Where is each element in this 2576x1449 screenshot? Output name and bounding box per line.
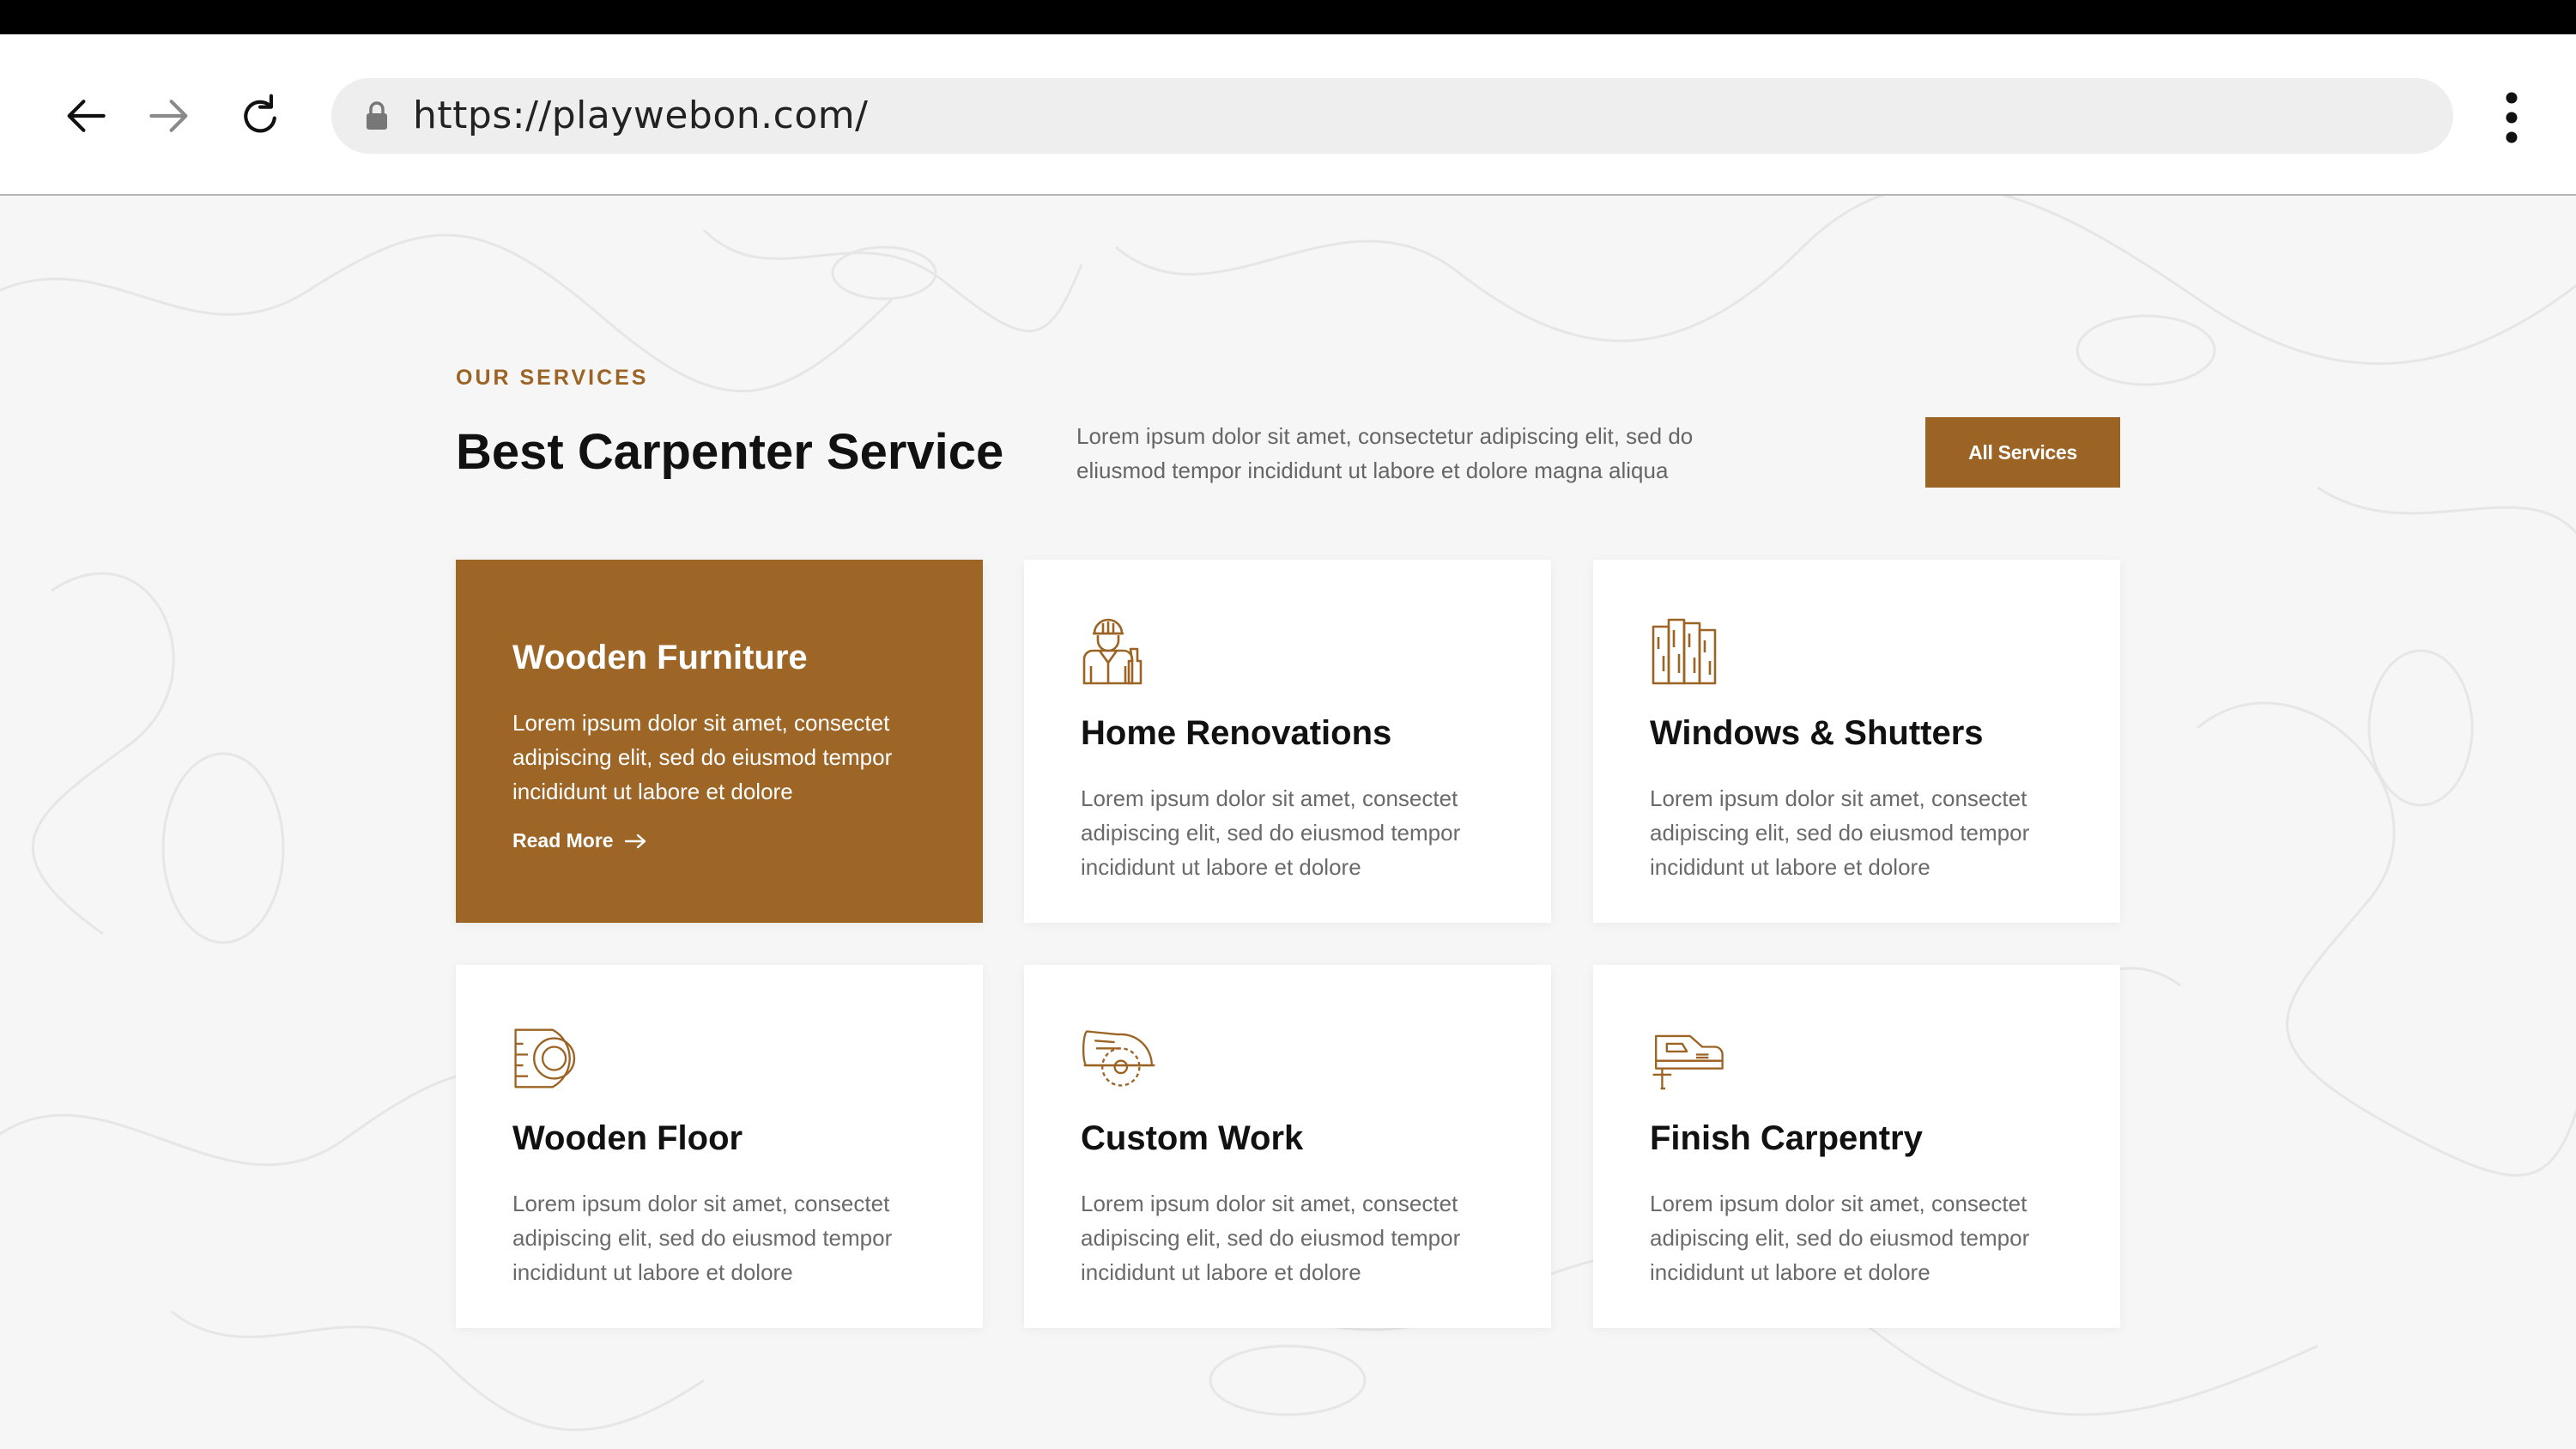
service-description: Lorem ipsum dolor sit amet, consectet ad… <box>1081 785 1461 880</box>
url-text[interactable]: https://playwebon.com/ <box>413 78 868 154</box>
service-card-finish-carpentry[interactable]: Finish Carpentry Lorem ipsum dolor sit a… <box>1593 965 2120 1328</box>
service-title: Wooden Furniture <box>512 639 808 676</box>
forward-icon[interactable] <box>139 86 199 146</box>
browser-toolbar: https://playwebon.com/ <box>0 34 2576 196</box>
section-intro: Lorem ipsum dolor sit amet, consectetur … <box>1076 423 1694 483</box>
service-card-home-renovations[interactable]: Home Renovations Lorem ipsum dolor sit a… <box>1024 560 1551 923</box>
back-icon[interactable] <box>56 86 116 146</box>
more-options-icon[interactable] <box>2489 88 2534 148</box>
service-description: Lorem ipsum dolor sit amet, consectet ad… <box>1650 785 2030 880</box>
service-card-wooden-floor[interactable]: Wooden Floor Lorem ipsum dolor sit amet,… <box>456 965 983 1328</box>
service-title: Home Renovations <box>1081 714 1392 752</box>
jigsaw-icon <box>1652 1034 1724 1090</box>
arrow-right-icon <box>624 834 646 848</box>
service-title: Finish Carpentry <box>1650 1119 1923 1157</box>
circular-saw-icon <box>1082 1030 1155 1087</box>
all-services-button[interactable]: All Services <box>1925 417 2120 488</box>
tape-measure-icon <box>514 1028 576 1088</box>
lock-icon <box>367 101 387 130</box>
read-more-link[interactable]: Read More <box>512 829 648 852</box>
wood-planks-icon <box>1652 618 1717 685</box>
reload-icon[interactable] <box>230 86 290 146</box>
service-card-wooden-furniture[interactable]: Wooden Furniture Lorem ipsum dolor sit a… <box>456 560 983 923</box>
address-bar[interactable]: https://playwebon.com/ <box>331 78 2453 154</box>
section-eyebrow: OUR SERVICES <box>456 366 649 390</box>
service-card-custom-work[interactable]: Custom Work Lorem ipsum dolor sit amet, … <box>1024 965 1551 1328</box>
worker-icon <box>1082 618 1143 685</box>
service-description: Lorem ipsum dolor sit amet, consectet ad… <box>512 710 893 804</box>
service-title: Wooden Floor <box>512 1119 743 1157</box>
read-more-label: Read More <box>512 829 614 852</box>
service-title: Custom Work <box>1081 1119 1304 1157</box>
status-bar <box>0 0 2576 34</box>
service-description: Lorem ipsum dolor sit amet, consectet ad… <box>1081 1191 1461 1285</box>
service-title: Windows & Shutters <box>1650 714 1984 752</box>
services-section: OUR SERVICES Best Carpenter Service Lore… <box>0 196 2576 1449</box>
service-description: Lorem ipsum dolor sit amet, consectet ad… <box>1650 1191 2030 1285</box>
section-heading: Best Carpenter Service <box>456 424 1004 480</box>
service-description: Lorem ipsum dolor sit amet, consectet ad… <box>512 1191 893 1285</box>
service-card-windows-shutters[interactable]: Windows & Shutters Lorem ipsum dolor sit… <box>1593 560 2120 923</box>
